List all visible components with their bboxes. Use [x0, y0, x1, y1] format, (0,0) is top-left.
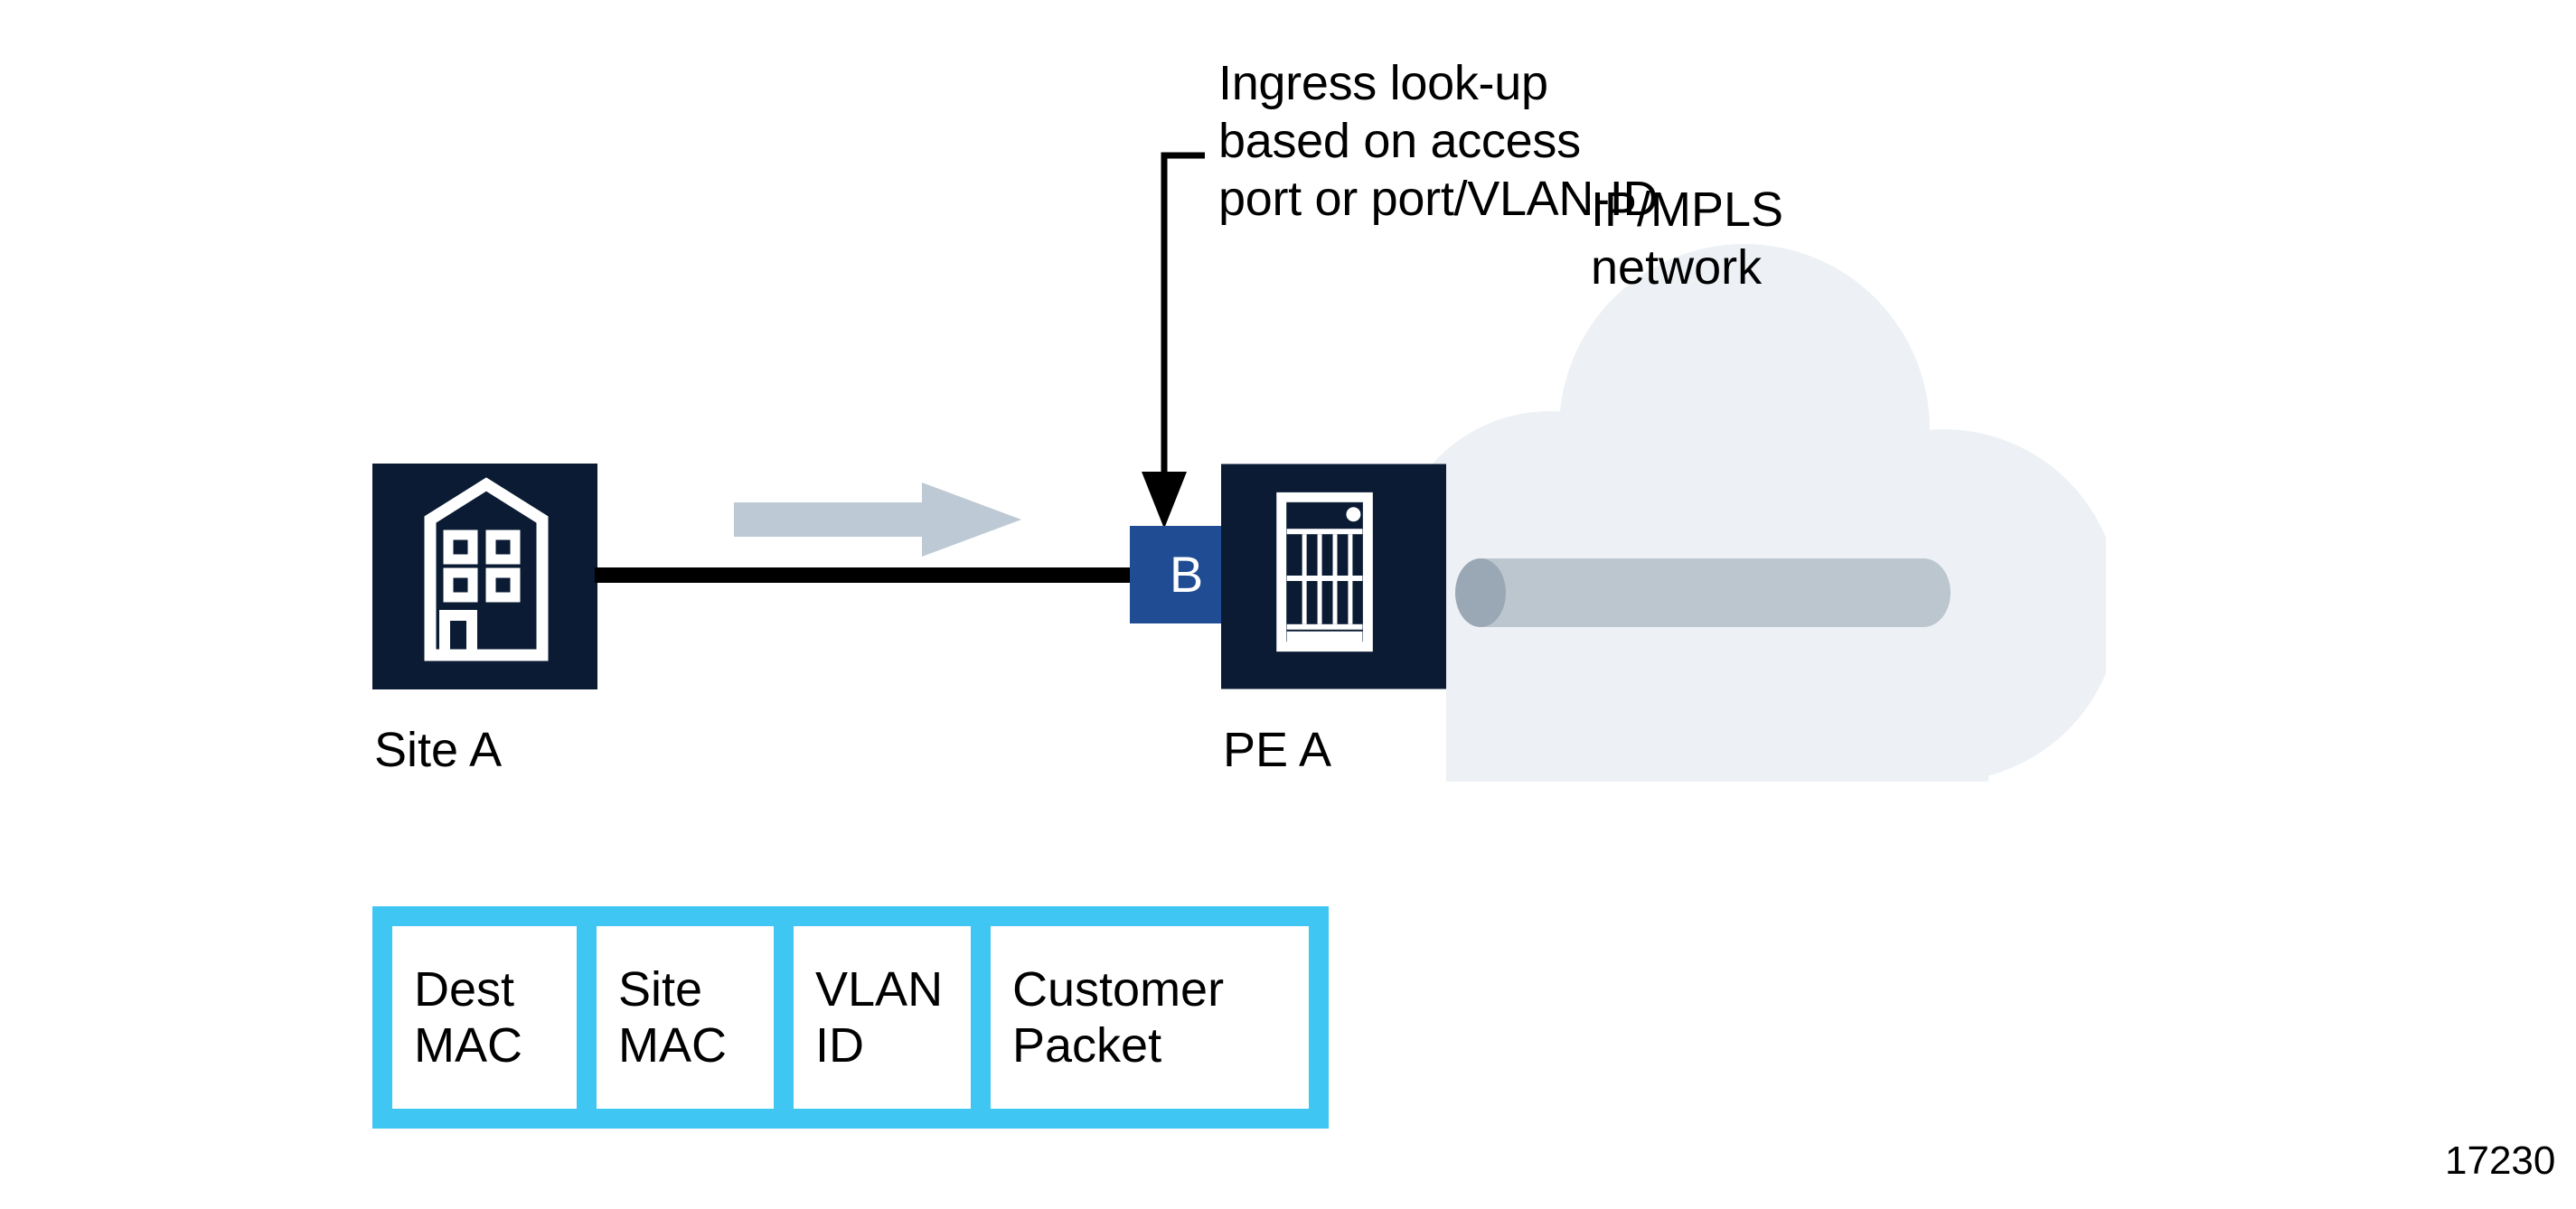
access-link-icon: [595, 567, 1133, 583]
tunnel-pipe-icon: [1455, 558, 1951, 627]
pe-a-label: PE A: [1223, 723, 1332, 777]
site-a-label: Site A: [374, 723, 503, 777]
packet-field-cell: Site MAC: [597, 926, 774, 1109]
site-a-node-icon[interactable]: [372, 464, 597, 689]
cloud-icon: [1392, 244, 2106, 782]
packet-format-table: Dest MAC Site MAC VLAN ID Customer Packe…: [372, 906, 1329, 1129]
diagram-canvas: Ingress look-up based on access port or …: [0, 0, 2576, 1209]
figure-number: 17230: [2445, 1139, 2556, 1183]
cloud-label: IP/MPLS network: [1591, 183, 1784, 295]
packet-field-cell: Dest MAC: [392, 926, 577, 1109]
packet-field-cell: Customer Packet: [991, 926, 1309, 1109]
pe-a-node-icon[interactable]: [1221, 464, 1446, 689]
right-arrow-icon: [734, 483, 1021, 557]
packet-field-cell: VLAN ID: [794, 926, 971, 1109]
